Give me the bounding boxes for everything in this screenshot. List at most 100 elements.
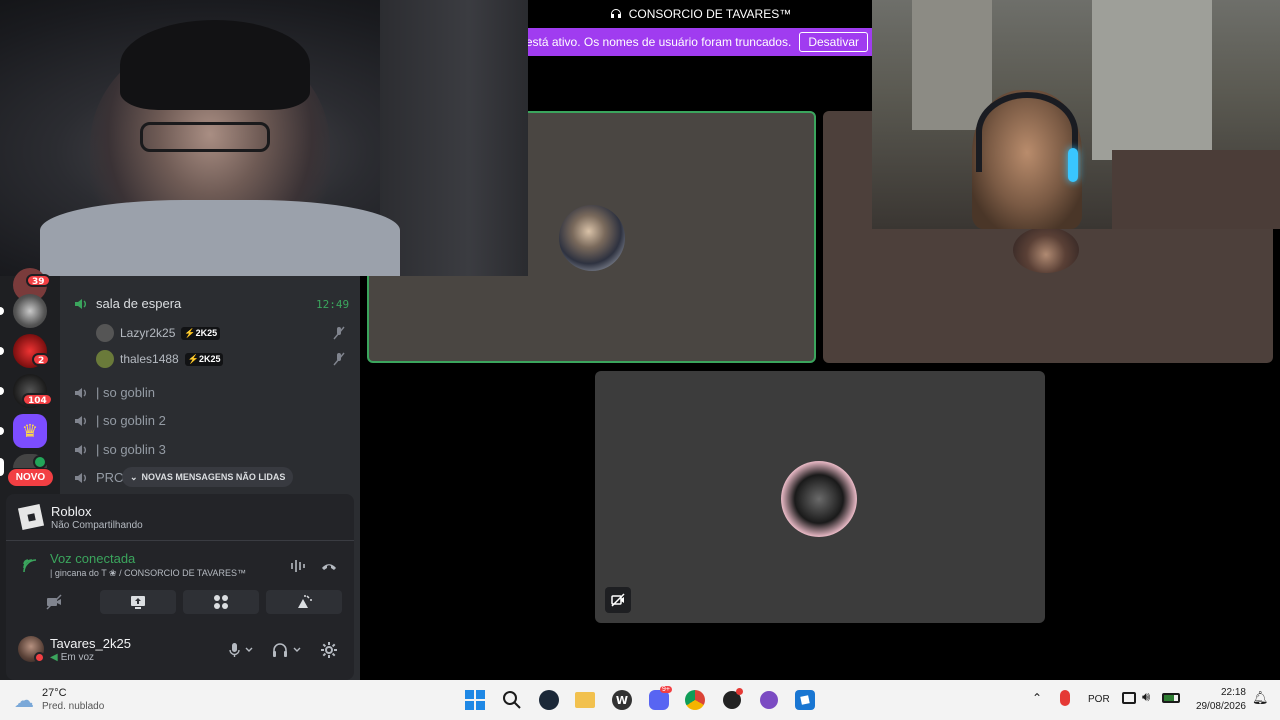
channel-name: PRO — [96, 470, 125, 485]
server-icon[interactable] — [13, 294, 47, 328]
battery-icon[interactable] — [1162, 693, 1180, 703]
microphone-icon[interactable] — [228, 642, 254, 658]
participant-avatar — [781, 461, 857, 537]
steam-icon[interactable] — [538, 689, 560, 711]
participant-avatar — [1013, 227, 1079, 273]
banner-text: er está ativo. Os nomes de usuário foram… — [528, 35, 792, 49]
channel-name: sala de espera — [96, 296, 182, 311]
disconnect-icon[interactable] — [320, 559, 338, 573]
participant-avatar — [559, 205, 625, 271]
voice-channel[interactable]: | so goblin 2 — [74, 413, 166, 428]
status-dnd-icon — [34, 652, 45, 663]
voice-channel[interactable]: | so goblin — [74, 385, 155, 400]
voice-small-icon: ◀ — [50, 652, 58, 663]
cloud-sun-icon: ☁ — [14, 688, 34, 712]
chevron-down-icon: ⌄ — [130, 471, 138, 482]
roblox-icon — [17, 503, 45, 531]
unread-messages-pill[interactable]: ⌄ NOVAS MENSAGENS NÃO LIDAS — [122, 467, 294, 487]
voice-user[interactable]: thales1488 ⚡2K25 — [96, 350, 224, 368]
hair-shape — [120, 20, 310, 110]
voice-channel[interactable]: PRO — [74, 470, 124, 485]
voice-channel-waiting-room[interactable]: sala de espera — [74, 296, 181, 311]
voice-location[interactable]: | gincana do T ❀ / CONSORCIO DE TAVARES™ — [50, 568, 246, 579]
bed-shape — [1112, 150, 1280, 229]
weather-widget[interactable]: ☁ 27°C Pred. nublado — [14, 686, 134, 714]
call-header: CONSORCIO DE TAVARES™ — [528, 0, 872, 28]
network-icon[interactable] — [1122, 692, 1136, 704]
camera-off-icon[interactable] — [605, 587, 631, 613]
activities-icon — [214, 595, 228, 609]
channel-name: | so goblin 3 — [96, 442, 166, 457]
chat-app-icon[interactable] — [758, 689, 780, 711]
camera-button[interactable] — [16, 590, 92, 614]
file-explorer-icon[interactable] — [574, 689, 596, 711]
discord-badge: 9+ — [660, 686, 672, 693]
door-shape — [380, 0, 528, 276]
unread-pill — [0, 387, 4, 395]
user-panel: Roblox Não Compartilhando Voz conectada … — [6, 494, 354, 680]
unread-pill — [0, 307, 4, 315]
clock-time[interactable]: 22:18 — [1218, 687, 1246, 698]
voice-user[interactable]: Lazyr2k25 ⚡2K25 — [96, 324, 221, 342]
activity-subtitle: Não Compartilhando — [51, 520, 143, 531]
record-dot-icon — [736, 688, 743, 695]
participant-tile[interactable] — [595, 371, 1045, 623]
voice-channel-icon — [610, 9, 621, 18]
speaker-icon — [75, 387, 86, 398]
weather-temp: 27°C — [42, 687, 67, 699]
mic-muted-icon — [333, 352, 345, 366]
notification-bell-icon[interactable]: 🔔︎ — [1252, 691, 1269, 706]
settings-gear-icon[interactable] — [320, 641, 338, 659]
mention-badge: 104 — [22, 393, 53, 406]
soundboard-button[interactable] — [266, 590, 342, 614]
windows-taskbar: ☁ 27°C Pred. nublado W 9+ ⌃ POR 🔊︎ 22:18… — [0, 680, 1280, 720]
speaker-icon — [75, 444, 86, 455]
activities-button[interactable] — [183, 590, 259, 614]
headset-light — [1068, 148, 1078, 182]
chrome-icon[interactable] — [684, 689, 706, 711]
unread-pill — [0, 427, 4, 435]
microphone-tray-icon[interactable] — [1060, 690, 1070, 706]
voice-active-icon — [33, 455, 47, 469]
voice-connected-status[interactable]: Voz conectada — [50, 551, 135, 566]
noise-suppression-icon[interactable] — [290, 559, 308, 573]
voice-channel[interactable]: | so goblin 3 — [74, 442, 166, 457]
camera-off-icon — [46, 594, 62, 610]
disable-button[interactable]: Desativar — [799, 32, 868, 52]
user-name: thales1488 — [120, 352, 179, 366]
user-name: Lazyr2k25 — [120, 326, 176, 340]
speaker-icon — [75, 298, 86, 309]
user-avatar — [96, 350, 114, 368]
roblox-taskbar-icon[interactable] — [794, 689, 816, 711]
search-icon[interactable] — [501, 689, 523, 711]
crown-icon: ♛ — [21, 420, 39, 442]
activity-title: Roblox — [51, 504, 92, 519]
connection-icon — [23, 559, 37, 573]
mention-badge: 2 — [32, 353, 51, 366]
windows-start-icon[interactable] — [464, 689, 486, 711]
channel-timer: 12:49 — [316, 298, 350, 311]
unread-pill-label: NOVAS MENSAGENS NÃO LIDAS — [141, 472, 286, 482]
volume-icon[interactable]: 🔊︎ — [1142, 690, 1150, 705]
new-button[interactable]: NOVO — [8, 469, 53, 486]
screen-share-icon — [131, 596, 145, 609]
channel-name: | so goblin — [96, 385, 156, 400]
clan-tag: ⚡2K25 — [184, 352, 224, 366]
app-w-icon[interactable]: W — [611, 689, 633, 711]
headset-shape — [976, 92, 1078, 172]
chevron-up-icon[interactable]: ⌃ — [1032, 691, 1042, 705]
divider — [6, 540, 354, 541]
soundboard-icon — [298, 595, 312, 608]
screen-share-button[interactable] — [100, 590, 176, 614]
username[interactable]: Tavares_2k25 — [50, 636, 131, 651]
language-indicator[interactable]: POR — [1088, 694, 1110, 705]
glasses-shape — [140, 122, 270, 152]
clock-date[interactable]: 29/08/2026 — [1194, 701, 1246, 712]
server-icon[interactable]: ♛ — [13, 414, 47, 448]
speaker-icon — [75, 415, 86, 426]
headphones-icon[interactable] — [272, 642, 302, 658]
door-shape — [1092, 0, 1212, 160]
user-avatar — [96, 324, 114, 342]
unread-pill — [0, 347, 4, 355]
speaker-icon — [75, 472, 86, 483]
